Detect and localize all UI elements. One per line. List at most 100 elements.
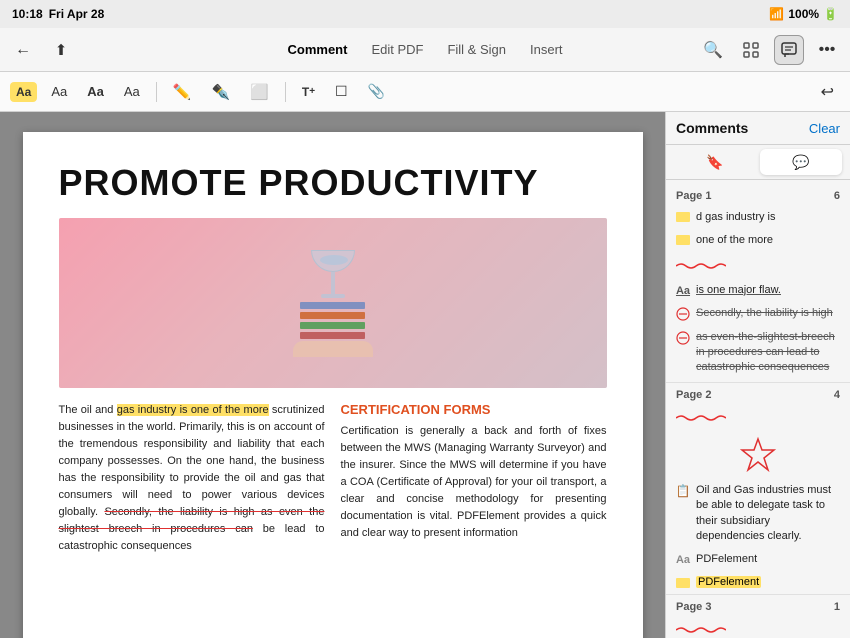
yellow-highlight-icon: [676, 235, 690, 245]
comment-pdfelement-label: PDFelement: [696, 552, 757, 567]
back-icon: ←: [15, 41, 31, 59]
toolbar-right: 🔍 •••: [698, 35, 842, 65]
star-icon: [738, 435, 778, 475]
page-2-header: Page 2 4: [666, 385, 850, 405]
more-icon: •••: [819, 41, 836, 59]
comment-item-star[interactable]: [666, 431, 850, 479]
pdf-title: PROMOTE PRODUCTIVITY: [59, 162, 607, 204]
separator-1: [156, 82, 157, 102]
strikethrough-icon: [676, 307, 690, 321]
text-tool-1[interactable]: Aa: [45, 81, 73, 102]
system-bar: 10:18 Fri Apr 28 📶 100% 🔋: [0, 0, 850, 28]
search-icon: 🔍: [703, 40, 723, 60]
wifi-icon: 📶: [769, 7, 784, 21]
system-date: Fri Apr 28: [49, 7, 105, 21]
pdf-image: [59, 218, 607, 388]
page-1-header: Page 1 6: [666, 186, 850, 206]
page-1-count: 6: [834, 190, 840, 202]
text-highlight-yellow-tool[interactable]: Aa: [10, 82, 37, 102]
comment-text: one of the more: [696, 233, 773, 248]
comment-item-wavy2[interactable]: [666, 405, 850, 431]
comment-item-wavy[interactable]: [666, 253, 850, 279]
comment-item-pdfelement-highlight[interactable]: PDFelement: [666, 572, 850, 592]
right-panel: Comments Clear 🔖 💬 Page 1 6 d gas indust…: [665, 112, 850, 638]
more-button[interactable]: •••: [812, 35, 842, 65]
page-2-count: 4: [834, 389, 840, 401]
grid-icon: [743, 42, 759, 58]
comment-item-strike2[interactable]: as even-the-slightest-breech in procedur…: [666, 326, 850, 380]
comment-text-underline: is one major flaw.: [696, 283, 781, 298]
annotation-bar: Aa Aa Aa Aa ✏️ ✒️ ⬜ T+ ☐ 📎 ↩: [0, 72, 850, 112]
page-2-label: Page 2: [676, 389, 711, 401]
comments-header: Comments Clear: [666, 112, 850, 145]
toolbar-left: ← ⬆: [8, 35, 76, 65]
undo-button[interactable]: ↩: [815, 79, 840, 105]
note-icon: 📋: [676, 484, 690, 498]
highlight-gas-industry: gas industry is one of the more: [117, 404, 269, 416]
page-3-header: Page 3 1: [666, 597, 850, 617]
text-add-tool[interactable]: T+: [296, 82, 321, 102]
comments-icon: [781, 42, 797, 58]
divider: [666, 382, 850, 383]
separator-2: [285, 82, 286, 102]
search-button[interactable]: 🔍: [698, 35, 728, 65]
comment-item-wavy3[interactable]: [666, 617, 850, 638]
pdfelement-highlight-icon: [676, 578, 690, 588]
comments-panel-button[interactable]: [774, 35, 804, 65]
divider-2: [666, 594, 850, 595]
pen-tool[interactable]: ✒️: [205, 80, 236, 104]
comment-item-pdfelement-text[interactable]: Aa PDFelement: [666, 548, 850, 571]
tab-bookmarks[interactable]: 🔖: [674, 149, 756, 175]
comment-item-note[interactable]: 📋 Oil and Gas industries must be able to…: [666, 479, 850, 549]
comment-item[interactable]: one of the more: [666, 229, 850, 252]
pdf-left-col: The oil and gas industry is one of the m…: [59, 402, 325, 555]
clear-button[interactable]: Clear: [809, 121, 840, 136]
attach-tool[interactable]: 📎: [362, 80, 391, 103]
comment-text: d gas industry is: [696, 210, 775, 225]
tab-comment[interactable]: Comment: [275, 36, 359, 63]
share-button[interactable]: ⬆: [46, 35, 76, 65]
comment-item[interactable]: d gas industry is: [666, 206, 850, 229]
wavy-line-icon: [676, 257, 726, 275]
pdfelement-text-icon: Aa: [676, 553, 690, 567]
comments-list[interactable]: Page 1 6 d gas industry is one of the mo…: [666, 180, 850, 638]
pdf-right-col: CERTIFICATION FORMS Certification is gen…: [341, 402, 607, 555]
grid-button[interactable]: [736, 35, 766, 65]
tab-fill-sign[interactable]: Fill & Sign: [435, 36, 518, 63]
wavy-line-icon-3: [676, 621, 726, 638]
comment-text-strike1: Secondly, the liability is high: [696, 306, 833, 321]
nav-tabs: Comment Edit PDF Fill & Sign Insert: [275, 36, 574, 63]
back-button[interactable]: ←: [8, 35, 38, 65]
pdf-two-col: The oil and gas industry is one of the m…: [59, 402, 607, 555]
yellow-highlight-icon: [676, 212, 690, 222]
comment-item-strike1[interactable]: Secondly, the liability is high: [666, 302, 850, 325]
comment-text-strike2: as even-the-slightest-breech in procedur…: [696, 330, 840, 376]
note-tool[interactable]: ☐: [329, 80, 354, 103]
battery-icon: 100%: [788, 7, 819, 21]
tab-insert[interactable]: Insert: [518, 36, 575, 63]
system-time: 10:18: [12, 7, 43, 21]
tab-edit-pdf[interactable]: Edit PDF: [359, 36, 435, 63]
text-tool-2[interactable]: Aa: [81, 81, 110, 102]
page-1-label: Page 1: [676, 190, 711, 202]
eraser-tool[interactable]: ⬜: [244, 80, 275, 104]
page-3-label: Page 3: [676, 601, 711, 613]
wavy-line-icon-2: [676, 409, 726, 427]
main-area: PROMOTE PRODUCTIVITY: [0, 112, 850, 638]
system-bar-right: 📶 100% 🔋: [769, 7, 838, 21]
main-toolbar: ← ⬆ Comment Edit PDF Fill & Sign Insert …: [0, 28, 850, 72]
pencil-tool[interactable]: ✏️: [167, 80, 198, 104]
pdfelement-highlight-text: PDFelement: [696, 576, 761, 588]
tab-comments[interactable]: 💬: [760, 149, 842, 175]
pdf-area[interactable]: PROMOTE PRODUCTIVITY: [0, 112, 665, 638]
system-bar-left: 10:18 Fri Apr 28: [12, 7, 104, 21]
body-text-before: The oil and: [59, 404, 117, 416]
page-3-count: 1: [834, 601, 840, 613]
battery-visual: 🔋: [823, 7, 838, 21]
certification-title: CERTIFICATION FORMS: [341, 402, 607, 417]
pdf-page: PROMOTE PRODUCTIVITY: [23, 132, 643, 638]
comment-item-underline[interactable]: Aa is one major flaw.: [666, 279, 850, 302]
share-icon: ⬆: [55, 41, 68, 59]
body-text-after: scrutinized businesses in the world. Pri…: [59, 404, 325, 518]
text-tool-3[interactable]: Aa: [118, 81, 146, 102]
